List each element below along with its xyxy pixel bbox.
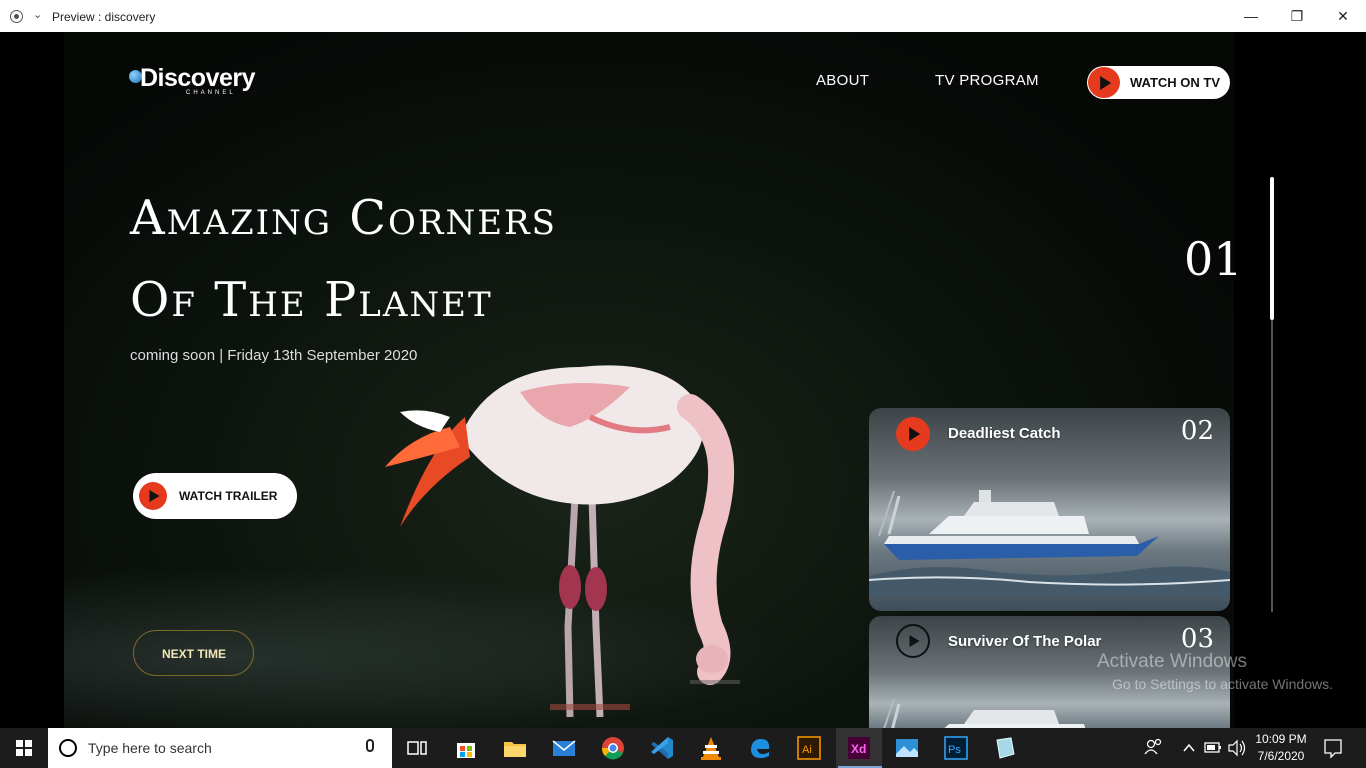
chevron-down-icon[interactable]: ⌄	[33, 8, 42, 21]
file-explorer-icon[interactable]	[501, 734, 529, 762]
nav-about-link[interactable]: ABOUT	[816, 72, 869, 89]
notes-app-icon[interactable]	[991, 734, 1019, 762]
app-canvas: Discovery CHANNEL ABOUT TV PROGRAM WATCH…	[0, 32, 1366, 728]
activate-windows-title: Activate Windows	[1097, 651, 1247, 672]
clock-time: 10:09 PM	[1255, 732, 1307, 746]
app-icon	[10, 10, 23, 23]
close-button[interactable]: ✕	[1320, 0, 1366, 32]
watch-trailer-label: WATCH TRAILER	[179, 489, 278, 503]
search-placeholder: Type here to search	[88, 740, 212, 756]
next-time-button[interactable]: NEXT TIME	[133, 630, 254, 676]
people-icon[interactable]	[1143, 728, 1165, 768]
hero-title-line1: Amazing Corners	[130, 190, 557, 246]
notifications-icon[interactable]	[1320, 728, 1346, 768]
watch-trailer-button[interactable]: WATCH TRAILER	[133, 473, 297, 519]
microphone-icon[interactable]	[366, 739, 374, 752]
scrollbar-thumb[interactable]	[1270, 177, 1274, 320]
taskbar-clock[interactable]: 10:09 PM 7/6/2020	[1250, 731, 1312, 765]
window-titlebar: ⌄ Preview : discovery — ❐ ✕	[0, 0, 1366, 32]
activate-windows-hint: Go to Settings to activate Windows.	[1112, 676, 1333, 692]
taskbar: Type here to search Ai Xd Ps 10:09 PM 7/…	[0, 728, 1366, 768]
program-card[interactable]: Deadliest Catch 02	[869, 408, 1230, 611]
start-button[interactable]	[0, 728, 48, 768]
slide-number: 01	[1184, 232, 1243, 286]
play-icon	[139, 482, 167, 510]
play-icon	[1088, 67, 1120, 98]
restore-button[interactable]: ❐	[1274, 0, 1320, 32]
svg-text:Ps: Ps	[948, 744, 961, 756]
minimize-button[interactable]: —	[1228, 0, 1274, 32]
photoshop-icon[interactable]: Ps	[942, 734, 970, 762]
watch-on-tv-label: WATCH ON TV	[1130, 75, 1221, 90]
task-view-icon[interactable]	[403, 734, 431, 762]
taskbar-search[interactable]: Type here to search	[48, 728, 392, 768]
cortana-icon	[59, 739, 77, 757]
svg-text:Xd: Xd	[851, 742, 866, 756]
logo-brand: Discovery	[140, 64, 256, 92]
windows-icon	[16, 740, 32, 756]
store-icon[interactable]	[452, 734, 480, 762]
ship-image	[869, 490, 1230, 596]
svg-text:Ai: Ai	[802, 744, 812, 756]
play-icon[interactable]	[896, 624, 930, 658]
vscode-icon[interactable]	[648, 734, 676, 762]
clock-date: 7/6/2020	[1257, 749, 1305, 763]
card-title: Surviver Of The Polar	[948, 633, 1102, 650]
battery-icon[interactable]	[1203, 728, 1223, 768]
card-number: 03	[1180, 624, 1214, 654]
vlc-icon[interactable]	[697, 734, 725, 762]
window-title: Preview : discovery	[52, 10, 156, 24]
logo-subtitle: CHANNEL	[186, 90, 236, 96]
play-icon[interactable]	[896, 417, 930, 451]
watch-on-tv-button[interactable]: WATCH ON TV	[1087, 66, 1230, 99]
xd-icon[interactable]: Xd	[836, 728, 882, 768]
card-number: 02	[1180, 416, 1214, 446]
photos-icon[interactable]	[893, 734, 921, 762]
edge-icon[interactable]	[746, 734, 774, 762]
hero-title-line2: Of The Planet	[130, 272, 493, 328]
card-title: Deadliest Catch	[948, 425, 1061, 442]
next-time-label: NEXT TIME	[162, 647, 227, 661]
flamingo-image	[385, 365, 740, 718]
mail-icon[interactable]	[550, 734, 578, 762]
illustrator-icon[interactable]: Ai	[795, 734, 823, 762]
chrome-icon[interactable]	[599, 734, 627, 762]
chevron-up-icon[interactable]	[1180, 728, 1198, 768]
volume-icon[interactable]	[1226, 728, 1248, 768]
hero-subtitle: coming soon | Friday 13th September 2020	[130, 347, 418, 364]
nav-tv-program-link[interactable]: TV PROGRAM	[935, 72, 1039, 89]
